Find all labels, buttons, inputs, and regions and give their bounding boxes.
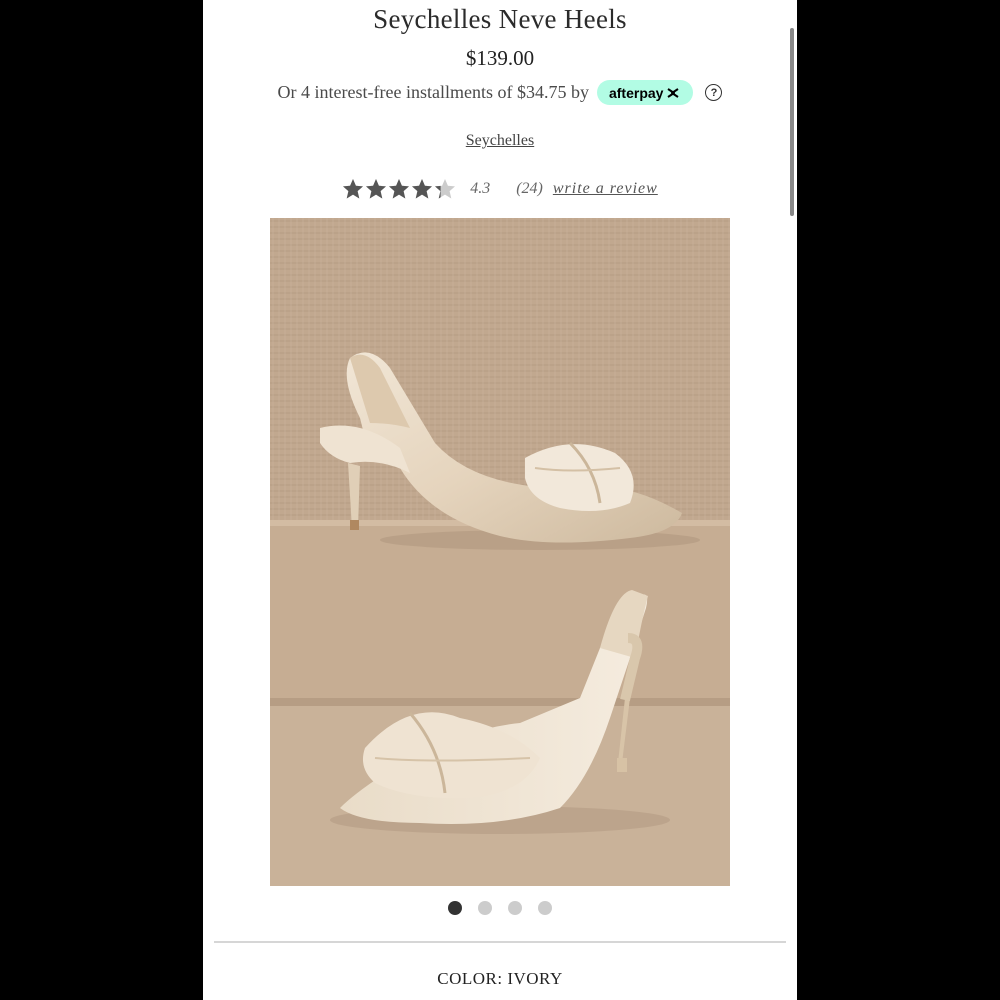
product-page: Seychelles Neve Heels $139.00 Or 4 inter… (203, 0, 797, 1000)
star-icon (389, 179, 410, 199)
star-icon (343, 179, 364, 199)
star-icon (366, 179, 387, 199)
gallery-dot[interactable] (478, 901, 492, 915)
star-icon (412, 179, 433, 199)
gallery-pagination (203, 901, 797, 915)
star-icon (435, 179, 456, 199)
write-review-link[interactable]: write a review (553, 180, 658, 198)
product-title: Seychelles Neve Heels (373, 4, 627, 34)
afterpay-badge[interactable]: afterpay (596, 80, 694, 105)
rating-count[interactable]: (24) (516, 180, 543, 198)
rating-stars[interactable] (342, 178, 456, 200)
product-image[interactable] (270, 218, 730, 886)
rating-value: 4.3 (470, 180, 491, 197)
divider (214, 941, 786, 943)
afterpay-label: afterpay (608, 84, 664, 101)
scrollbar[interactable] (790, 28, 794, 216)
gallery-dot[interactable] (538, 901, 552, 915)
installments-row: Or 4 interest-free installments of $34.7… (203, 80, 797, 105)
afterpay-logo-icon (667, 87, 680, 98)
gallery-dot[interactable] (448, 901, 462, 915)
gallery-dot[interactable] (508, 901, 522, 915)
color-label: COLOR: IVORY (437, 969, 563, 988)
product-photo-illustration (270, 218, 730, 886)
brand-link-wrap: Seychelles (203, 132, 797, 150)
product-price: $139.00 (465, 46, 535, 70)
installments-text: Or 4 interest-free installments of $34.7… (277, 82, 589, 102)
brand-link[interactable]: Seychelles (466, 132, 534, 149)
help-icon[interactable]: ? (705, 84, 723, 101)
rating-row: 4.3 (24) write a review (203, 178, 797, 200)
